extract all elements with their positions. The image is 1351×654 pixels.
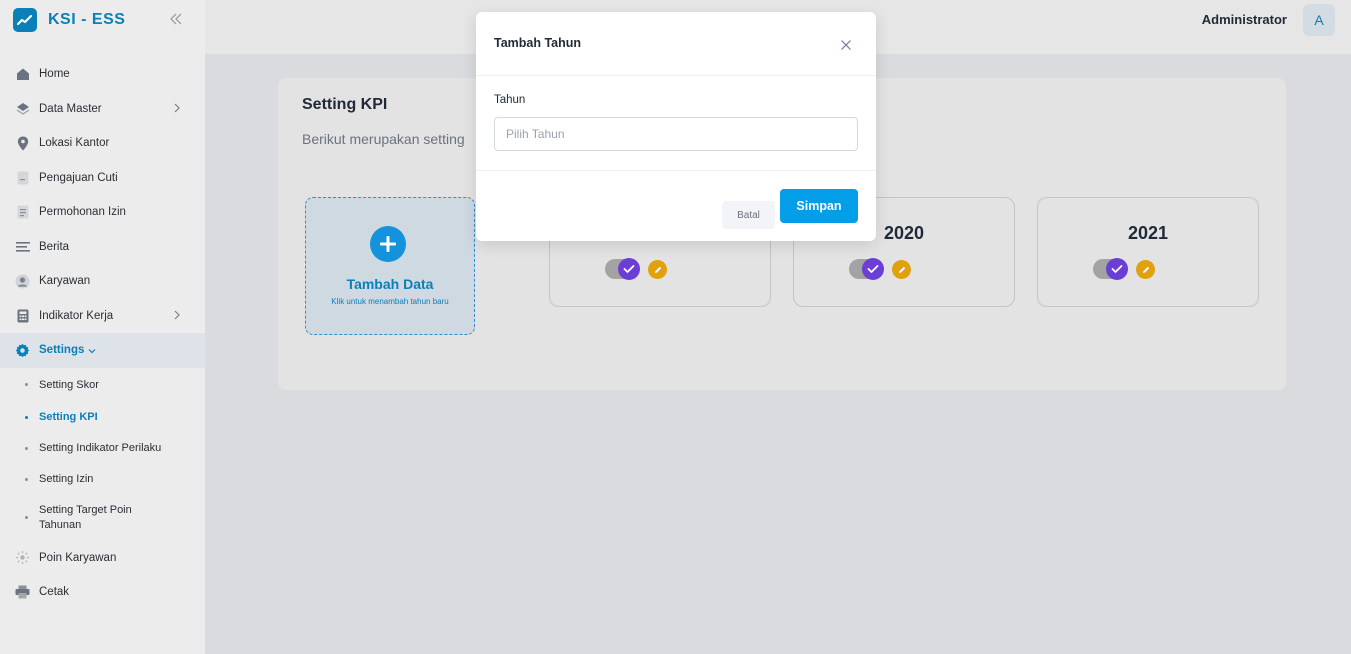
modal-body: Tahun xyxy=(476,76,876,171)
cancel-button[interactable]: Batal xyxy=(722,201,775,229)
close-icon[interactable] xyxy=(840,38,852,50)
modal-header: Tambah Tahun xyxy=(476,12,876,76)
year-select-input[interactable] xyxy=(494,117,858,151)
add-year-modal: Tambah Tahun Tahun Batal Simpan xyxy=(476,12,876,241)
save-button[interactable]: Simpan xyxy=(780,189,858,223)
modal-title: Tambah Tahun xyxy=(494,36,582,50)
year-field-label: Tahun xyxy=(494,94,526,106)
